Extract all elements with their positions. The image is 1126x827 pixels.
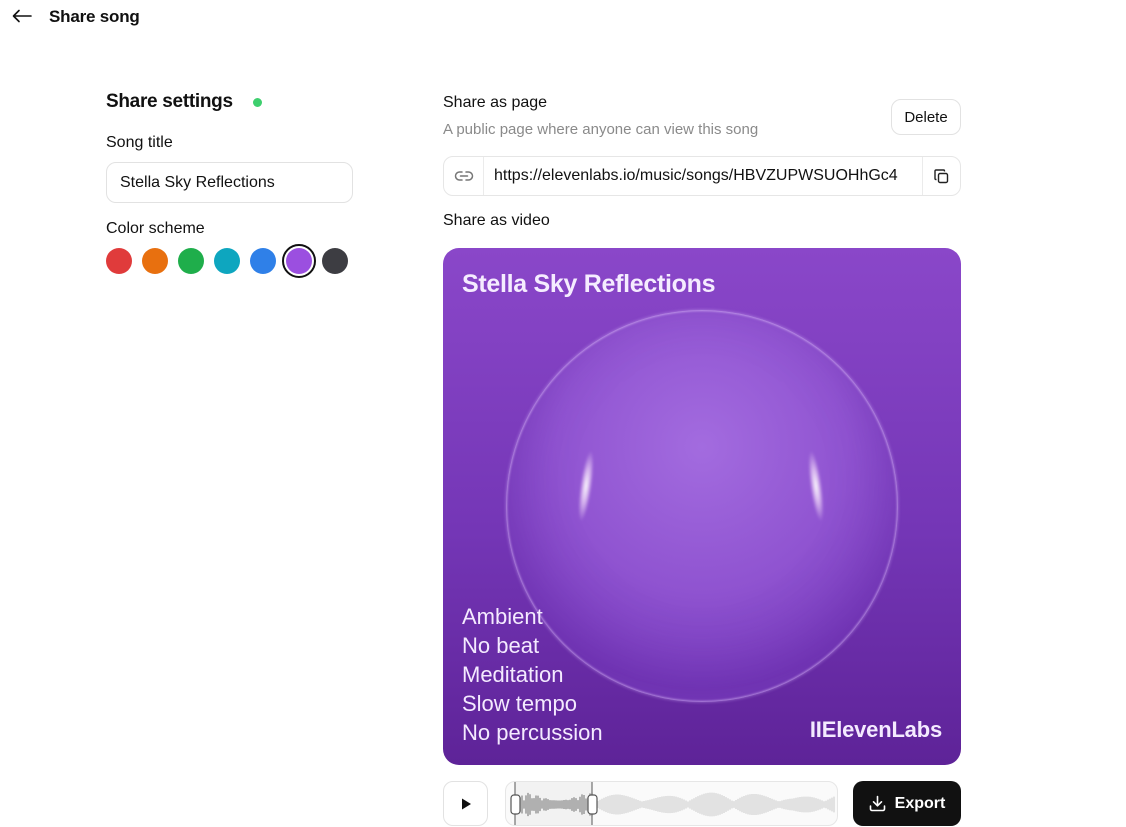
video-card-title: Stella Sky Reflections [462, 270, 716, 298]
audio-trim-waveform[interactable] [505, 781, 838, 826]
orb-glint-right [805, 449, 827, 523]
color-swatch-purple[interactable] [282, 244, 316, 278]
trim-start-handle[interactable] [510, 794, 521, 815]
delete-button[interactable]: Delete [891, 99, 961, 135]
orb-glint-left [575, 449, 597, 523]
play-button[interactable] [443, 781, 488, 826]
tag-item: No percussion [462, 720, 603, 745]
color-swatch-teal[interactable] [214, 248, 240, 274]
song-title-label: Song title [106, 134, 173, 151]
page-title: Share song [49, 7, 140, 26]
copy-icon[interactable] [922, 157, 960, 195]
color-scheme-label: Color scheme [106, 220, 205, 237]
tag-item: Slow tempo [462, 691, 577, 716]
trim-end-handle[interactable] [587, 794, 598, 815]
share-as-video-title: Share as video [443, 212, 550, 229]
color-swatch-red[interactable] [106, 248, 132, 274]
color-swatch-dark-gray[interactable] [322, 248, 348, 274]
share-url-field[interactable]: https://elevenlabs.io/music/songs/HBVZUP… [443, 156, 961, 196]
color-scheme-swatches [106, 244, 348, 278]
color-swatch-blue[interactable] [250, 248, 276, 274]
color-swatch-orange[interactable] [142, 248, 168, 274]
share-as-page-subtitle: A public page where anyone can view this… [443, 121, 759, 138]
status-dot [253, 98, 262, 107]
export-button[interactable]: Export [853, 781, 961, 826]
share-as-page-title: Share as page [443, 94, 548, 111]
waveform-graphic [510, 782, 835, 825]
top-bar: Share song [0, 0, 1126, 34]
elevenlabs-logo: IIElevenLabs [809, 717, 942, 742]
color-swatch-green[interactable] [178, 248, 204, 274]
back-button[interactable] [10, 4, 34, 28]
tag-item: No beat [462, 633, 540, 658]
link-icon [444, 157, 484, 195]
play-icon [461, 798, 471, 809]
export-label: Export [894, 794, 946, 812]
share-settings-title: Share settings [106, 91, 233, 112]
tag-item: Meditation [462, 662, 564, 687]
video-card-tags: Ambient No beat Meditation Slow tempo No… [462, 602, 603, 747]
share-url-text[interactable]: https://elevenlabs.io/music/songs/HBVZUP… [484, 167, 922, 185]
song-title-input[interactable] [106, 162, 353, 203]
tag-item: Ambient [462, 604, 543, 629]
video-preview-card: Stella Sky Reflections Ambient No beat M… [443, 248, 961, 765]
arrow-left-icon [12, 9, 32, 23]
download-icon [869, 795, 885, 812]
